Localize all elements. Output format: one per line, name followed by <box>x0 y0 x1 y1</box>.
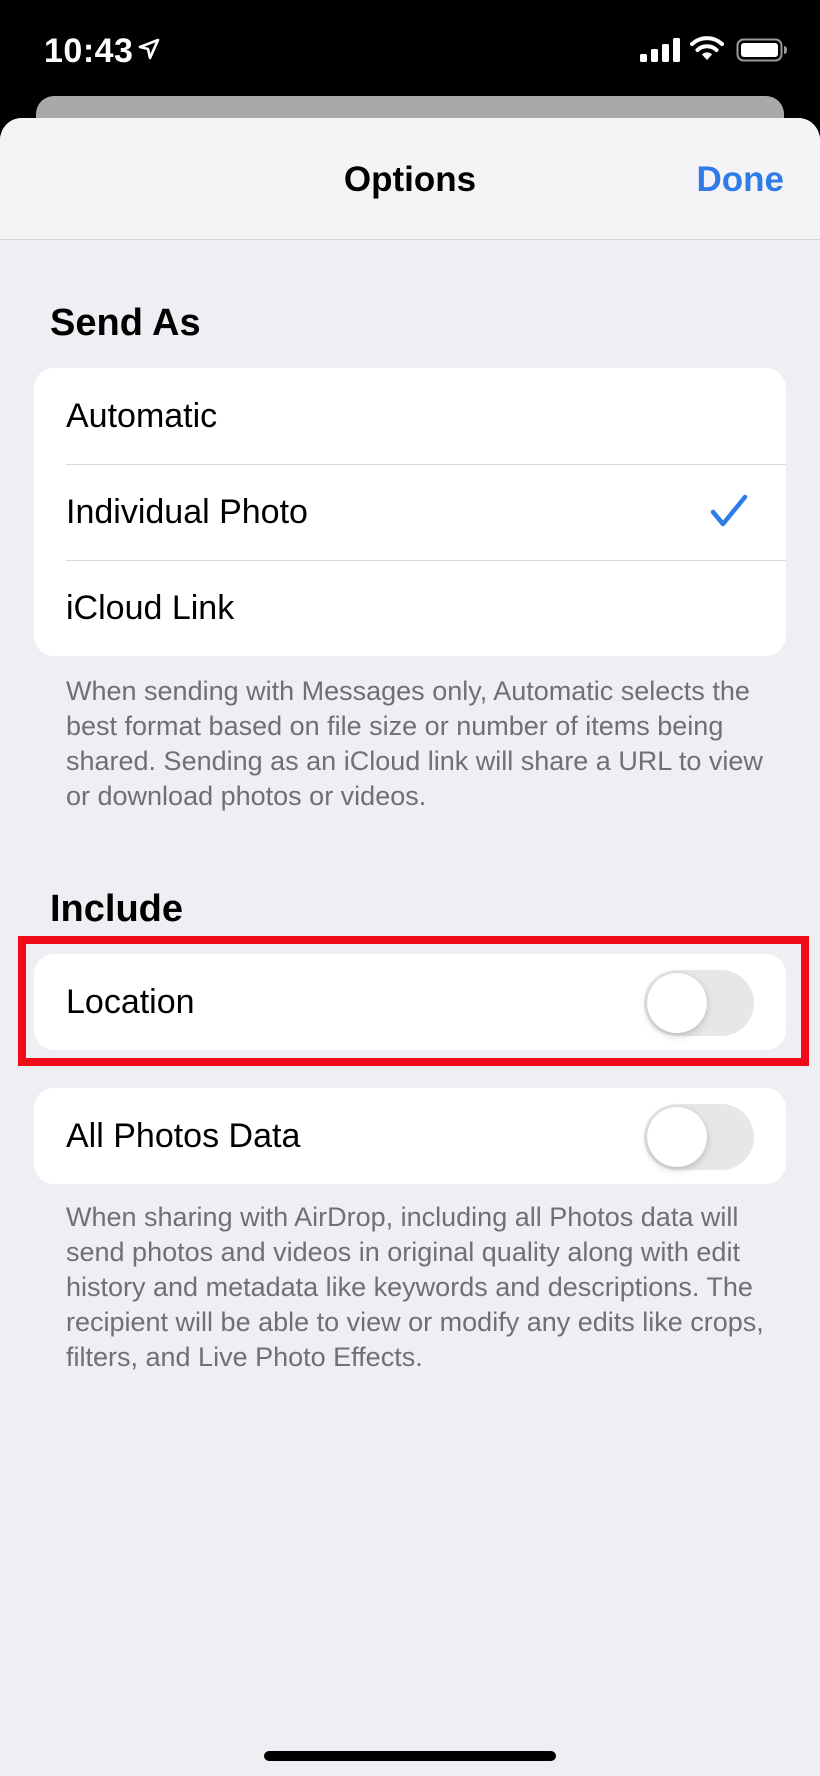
status-time: 10:43 <box>44 32 134 70</box>
option-label: Automatic <box>66 396 218 435</box>
wifi-icon <box>690 36 724 60</box>
include-header: Include <box>50 888 184 930</box>
option-icloud-link[interactable]: iCloud Link <box>34 560 786 656</box>
toggle-knob <box>647 973 707 1033</box>
home-indicator <box>264 1751 556 1761</box>
checkmark-icon <box>710 494 748 527</box>
location-toggle[interactable] <box>644 970 754 1036</box>
send-as-group: Automatic Individual Photo iCloud Link <box>34 368 786 656</box>
battery-icon <box>736 38 787 62</box>
send-as-footer: When sending with Messages only, Automat… <box>66 676 763 811</box>
option-automatic[interactable]: Automatic <box>34 368 786 464</box>
done-button[interactable]: Done <box>697 160 785 200</box>
all-photos-data-group: All Photos Data <box>34 1088 786 1184</box>
include-footer: When sharing with AirDrop, including all… <box>66 1202 764 1372</box>
option-label: iCloud Link <box>66 588 235 627</box>
all-photos-data-label: All Photos Data <box>66 1116 301 1155</box>
location-group: Location <box>34 954 786 1050</box>
option-individual-photo[interactable]: Individual Photo <box>34 464 786 560</box>
all-photos-data-row: All Photos Data <box>34 1088 786 1184</box>
status-bar: 10:43 <box>0 0 820 100</box>
navigation-bar: Options Done <box>0 118 820 240</box>
options-sheet: Options Done Send As Automatic Individua… <box>0 118 820 1776</box>
signal-icon <box>640 38 680 62</box>
location-arrow-icon <box>138 38 160 60</box>
location-row: Location <box>34 954 786 1050</box>
location-label: Location <box>66 982 195 1021</box>
send-as-header: Send As <box>50 302 201 344</box>
toggle-knob <box>647 1107 707 1167</box>
all-photos-data-toggle[interactable] <box>644 1104 754 1170</box>
option-label: Individual Photo <box>66 492 308 531</box>
